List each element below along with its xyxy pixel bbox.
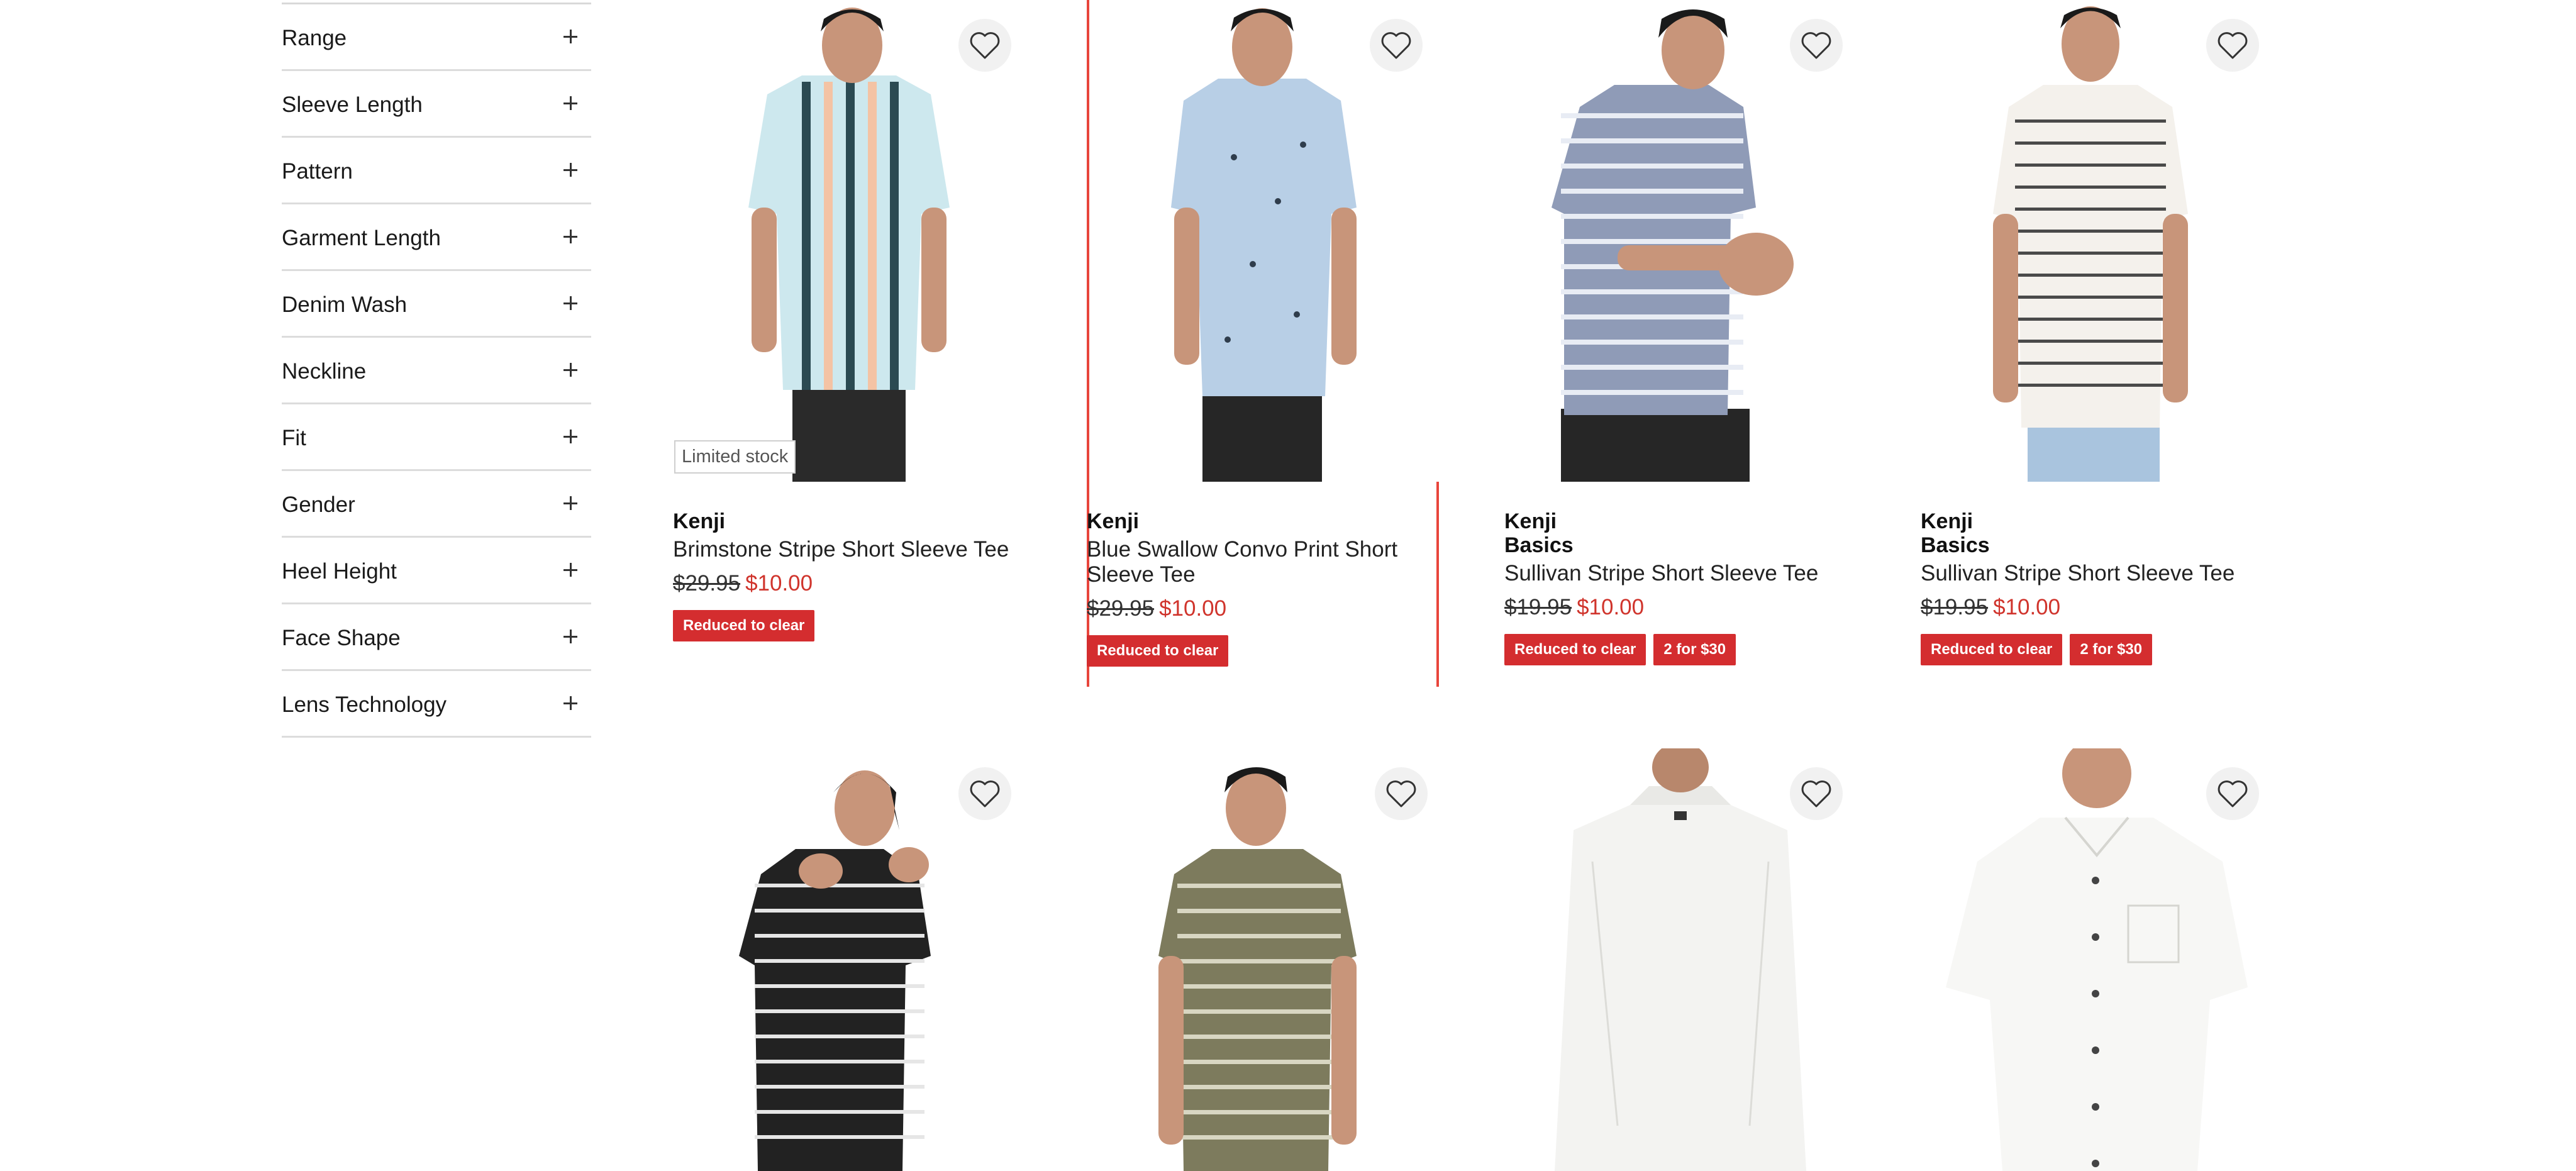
wishlist-button[interactable] [958,767,1011,820]
filter-label: Face Shape [282,626,401,650]
product-info: Kenji Brimstone Stripe Short Sleeve Tee … [673,509,1050,641]
product-info: Kenji Basics Sullivan Stripe Short Sleev… [1504,509,1882,665]
promo-badge: Reduced to clear [1921,634,2063,665]
was-price: $29.95 [1087,596,1155,621]
product-brand: Kenji [673,509,726,533]
product-card[interactable] [673,748,1025,1171]
was-price: $19.95 [1504,595,1572,619]
promo-badges: Reduced to clear 2 for $30 [1921,634,2298,665]
product-image[interactable] [1504,0,1857,482]
product-name[interactable]: Brimstone Stripe Short Sleeve Tee [673,537,1050,562]
heart-outline-icon [1386,780,1416,807]
product-info: Kenji Basics Sullivan Stripe Short Sleev… [1921,509,2298,665]
heart-outline-icon [970,32,1000,59]
filter-label: Pattern [282,159,353,184]
filter-sidebar: Range Sleeve Length Pattern Garment Leng… [282,0,591,738]
plus-icon[interactable] [564,230,577,243]
product-name[interactable]: Sullivan Stripe Short Sleeve Tee [1921,561,2298,586]
wishlist-button[interactable] [2206,767,2259,820]
sale-price: $10.00 [1577,595,1645,619]
heart-outline-icon [970,780,1000,807]
filter-label: Heel Height [282,559,397,584]
sale-price: $10.00 [745,571,813,596]
wishlist-button[interactable] [1375,767,1428,820]
product-card[interactable] [1089,748,1441,1171]
product-price: $29.95 $10.00 [1087,596,1464,621]
promo-badge: Reduced to clear [1504,634,1646,665]
heart-outline-icon [1801,32,1831,59]
filter-sleeve-length[interactable]: Sleeve Length [282,71,591,138]
filter-heel-height[interactable]: Heel Height [282,538,591,604]
product-price: $19.95 $10.00 [1921,595,2298,620]
wishlist-button[interactable] [1790,767,1843,820]
product-brand: Kenji [1087,509,1140,533]
product-image[interactable] [673,0,1025,482]
product-card[interactable]: Kenji Basics Sullivan Stripe Short Sleev… [1921,0,2273,692]
stock-badge: Limited stock [674,440,796,474]
filter-pattern[interactable]: Pattern [282,138,591,204]
plus-icon[interactable] [564,296,577,310]
product-info: Kenji Blue Swallow Convo Print Short Sle… [1087,509,1464,667]
product-image[interactable] [1921,0,2273,482]
filter-label: Denim Wash [282,292,408,317]
promo-badge: 2 for $30 [2070,634,2153,665]
filter-label: Fit [282,426,306,450]
filter-fit[interactable]: Fit [282,404,591,471]
plus-icon[interactable] [564,496,577,510]
promo-badge: Reduced to clear [673,610,815,641]
product-price: $29.95 $10.00 [673,571,1050,596]
was-price: $29.95 [673,571,741,596]
plus-icon[interactable] [564,96,577,110]
wishlist-button[interactable] [958,19,1011,72]
heart-outline-icon [2218,780,2248,807]
filter-neckline[interactable]: Neckline [282,338,591,404]
filter-label: Gender [282,492,355,517]
product-card[interactable] [1504,748,1857,1171]
plus-icon[interactable] [564,630,577,643]
product-card-hovered[interactable]: Kenji Blue Swallow Convo Print Short Sle… [1087,0,1441,687]
plus-icon[interactable] [564,430,577,443]
filter-face-shape[interactable]: Face Shape [282,604,591,671]
plus-icon[interactable] [564,563,577,577]
promo-badge: Reduced to clear [1087,635,1229,667]
promo-badges: Reduced to clear 2 for $30 [1504,634,1882,665]
wishlist-button[interactable] [1370,19,1423,72]
sale-price: $10.00 [1159,596,1227,621]
filter-lens-technology[interactable]: Lens Technology [282,671,591,738]
promo-badge: 2 for $30 [1653,634,1736,665]
filter-label: Range [282,26,347,50]
wishlist-button[interactable] [1790,19,1843,72]
product-price: $19.95 $10.00 [1504,595,1882,620]
filter-label: Garment Length [282,226,441,250]
filter-garment-length[interactable]: Garment Length [282,204,591,271]
plus-icon[interactable] [564,163,577,177]
promo-badges: Reduced to clear [1087,635,1464,667]
product-brand: Kenji Basics [1504,509,1574,557]
was-price: $19.95 [1921,595,1989,619]
filter-range[interactable]: Range [282,4,591,71]
product-name[interactable]: Sullivan Stripe Short Sleeve Tee [1504,561,1882,586]
filter-denim-wash[interactable]: Denim Wash [282,271,591,338]
plus-icon[interactable] [564,696,577,710]
filter-label: Neckline [282,359,367,384]
plus-icon[interactable] [564,30,577,43]
product-card[interactable]: Limited stock Kenji Brimstone Stripe Sho… [673,0,1025,692]
filter-label: Sleeve Length [282,92,423,117]
product-card[interactable] [1921,748,2273,1171]
sale-price: $10.00 [1993,595,2061,619]
product-image[interactable] [1089,0,1441,482]
promo-badges: Reduced to clear [673,610,1050,641]
wishlist-button[interactable] [2206,19,2259,72]
product-name[interactable]: Blue Swallow Convo Print Short Sleeve Te… [1087,537,1452,587]
product-brand: Kenji Basics [1921,509,1990,557]
product-card[interactable]: Kenji Basics Sullivan Stripe Short Sleev… [1504,0,1857,692]
filter-gender[interactable]: Gender [282,471,591,538]
heart-outline-icon [1801,780,1831,807]
heart-outline-icon [2218,32,2248,59]
heart-outline-icon [1381,32,1411,59]
plus-icon[interactable] [564,363,577,377]
filter-label: Lens Technology [282,692,447,717]
